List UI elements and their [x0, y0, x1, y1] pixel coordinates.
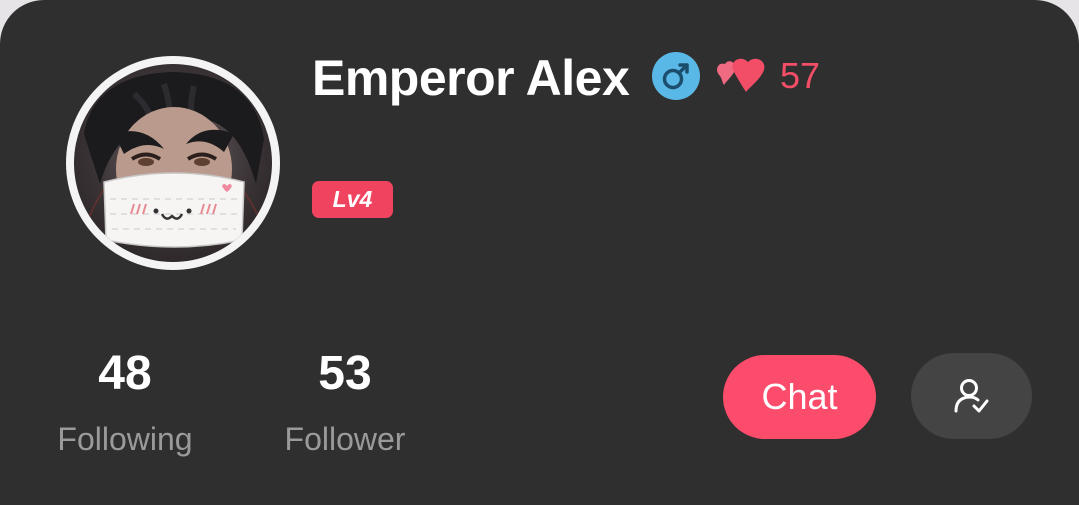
profile-card: Emperor Alex 57 Lv4 48 Following 53 Foll…	[0, 0, 1079, 505]
male-symbol-icon	[652, 52, 700, 100]
level-badge: Lv4	[312, 181, 393, 218]
following-label: Following	[57, 421, 193, 457]
avatar-image	[74, 64, 272, 262]
following-status-button[interactable]	[911, 353, 1032, 439]
follower-label: Follower	[284, 421, 406, 457]
chat-button[interactable]: Chat	[723, 355, 876, 439]
following-count: 48	[98, 347, 152, 400]
follower-count: 53	[318, 347, 372, 400]
hearts-icon	[717, 58, 765, 92]
heart-count: 57	[780, 55, 821, 96]
follower-stat[interactable]: 53 Follower	[245, 346, 445, 459]
profile-name: Emperor Alex	[312, 50, 630, 106]
user-check-icon	[954, 379, 989, 413]
avatar[interactable]	[66, 56, 280, 270]
following-stat[interactable]: 48 Following	[25, 346, 225, 459]
